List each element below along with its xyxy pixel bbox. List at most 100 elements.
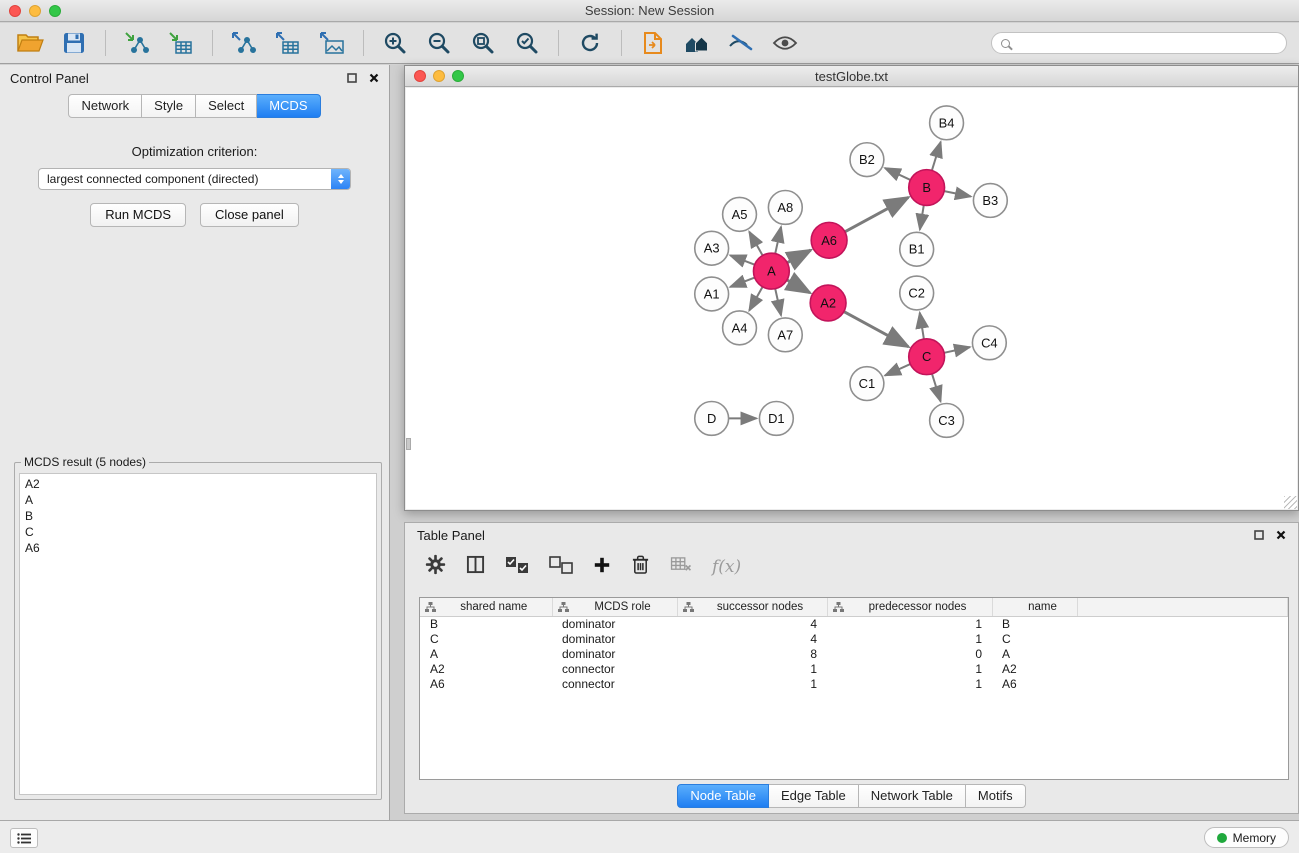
graph-node-A7[interactable]: A7 (768, 318, 802, 352)
graph-edge-A2-C[interactable] (844, 312, 908, 347)
graph-edge-C-C3[interactable] (932, 374, 941, 402)
graph-node-B2[interactable]: B2 (850, 143, 884, 177)
graph-edge-C-C2[interactable] (920, 313, 924, 339)
graph-edge-A-A4[interactable] (749, 287, 762, 311)
graph-node-D1[interactable]: D1 (759, 402, 793, 436)
mcds-result-item[interactable]: A6 (25, 540, 371, 556)
close-network-window-button[interactable] (414, 70, 426, 82)
graph-edge-C-C4[interactable] (944, 347, 970, 353)
tab-network-table[interactable]: Network Table (859, 784, 966, 808)
network-window-titlebar[interactable]: testGlobe.txt (405, 66, 1298, 87)
float-table-panel-icon[interactable] (1254, 528, 1264, 543)
search-input[interactable] (1016, 35, 1277, 51)
graph-edge-A-A6[interactable] (787, 250, 810, 263)
graph-edge-A-A5[interactable] (749, 232, 762, 256)
export-table-icon[interactable] (270, 27, 306, 59)
zoom-window-button[interactable] (49, 5, 61, 17)
tab-network[interactable]: Network (68, 94, 142, 118)
minimize-network-window-button[interactable] (433, 70, 445, 82)
zoom-fit-icon[interactable] (465, 27, 501, 59)
mcds-result-item[interactable]: A (25, 492, 371, 508)
close-table-panel-icon[interactable] (1276, 528, 1286, 543)
function-builder-icon[interactable]: f(x) (712, 557, 741, 577)
window-resize-grip[interactable] (1284, 496, 1297, 509)
graph-edge-A6-B[interactable] (845, 197, 908, 231)
zoom-out-icon[interactable] (421, 27, 457, 59)
mcds-result-item[interactable]: C (25, 524, 371, 540)
deselect-all-columns-icon[interactable] (549, 556, 573, 579)
graph-node-C1[interactable]: C1 (850, 367, 884, 401)
graph-edge-A-A1[interactable] (730, 278, 754, 287)
zoom-selected-icon[interactable] (509, 27, 545, 59)
tab-select[interactable]: Select (196, 94, 257, 118)
select-all-columns-icon[interactable] (505, 556, 529, 579)
graph-node-A4[interactable]: A4 (723, 311, 757, 345)
tab-motifs[interactable]: Motifs (966, 784, 1026, 808)
column-header-name[interactable]: name (992, 598, 1077, 616)
minimize-window-button[interactable] (29, 5, 41, 17)
show-hide-panels-eye-icon[interactable] (767, 27, 803, 59)
graph-node-B1[interactable]: B1 (900, 232, 934, 266)
graph-edge-A-A2[interactable] (787, 280, 810, 293)
close-panel-icon[interactable] (369, 71, 379, 86)
canvas-scroll-handle[interactable] (406, 438, 411, 450)
tab-node-table[interactable]: Node Table (677, 784, 769, 808)
graph-node-D[interactable]: D (695, 402, 729, 436)
optimization-criterion-select[interactable]: largest connected component (directed) (38, 168, 351, 190)
run-mcds-button[interactable]: Run MCDS (90, 203, 186, 227)
column-header-successor-nodes[interactable]: successor nodes (677, 598, 827, 616)
column-header-shared-name[interactable]: shared name (420, 598, 552, 616)
graph-node-A2[interactable]: A2 (810, 285, 846, 321)
export-network-icon[interactable] (226, 27, 262, 59)
close-window-button[interactable] (9, 5, 21, 17)
graph-node-B4[interactable]: B4 (930, 106, 964, 140)
network-overview-icon[interactable] (679, 27, 715, 59)
table-row[interactable]: A6connector11A6 (420, 677, 1288, 692)
graph-edge-B-B4[interactable] (932, 142, 941, 171)
graph-node-A1[interactable]: A1 (695, 277, 729, 311)
mcds-result-list[interactable]: A2ABCA6 (19, 473, 377, 795)
session-snapshot-icon[interactable] (635, 27, 671, 59)
table-settings-gear-icon[interactable] (425, 554, 446, 580)
graph-edge-C-C1[interactable] (885, 364, 910, 375)
table-row[interactable]: Bdominator41B (420, 616, 1288, 632)
graph-node-A8[interactable]: A8 (768, 191, 802, 225)
graph-edge-B-B1[interactable] (920, 205, 924, 229)
import-table-icon[interactable] (163, 27, 199, 59)
delete-columns-trash-icon[interactable] (631, 554, 650, 580)
import-network-icon[interactable] (119, 27, 155, 59)
graph-node-C2[interactable]: C2 (900, 276, 934, 310)
open-session-icon[interactable] (12, 27, 48, 59)
graph-node-B[interactable]: B (909, 170, 945, 206)
add-column-icon[interactable] (593, 556, 611, 579)
save-session-icon[interactable] (56, 27, 92, 59)
graph-node-C4[interactable]: C4 (972, 326, 1006, 360)
mcds-result-item[interactable]: A2 (25, 476, 371, 492)
toolbar-search[interactable] (991, 32, 1287, 54)
graph-node-A6[interactable]: A6 (811, 222, 847, 258)
refresh-view-icon[interactable] (572, 27, 608, 59)
delete-table-icon[interactable] (670, 556, 692, 578)
graph-node-C3[interactable]: C3 (930, 404, 964, 438)
graph-node-C[interactable]: C (909, 339, 945, 375)
node-table-container[interactable]: shared name MCDS role successor nodes (419, 597, 1289, 780)
close-panel-button[interactable]: Close panel (200, 203, 299, 227)
memory-button[interactable]: Memory (1204, 827, 1289, 848)
export-image-icon[interactable] (314, 27, 350, 59)
graph-node-A[interactable]: A (753, 253, 789, 289)
status-menu-button[interactable] (10, 828, 38, 848)
zoom-in-icon[interactable] (377, 27, 413, 59)
graph-edge-A-A8[interactable] (775, 227, 781, 254)
tab-style[interactable]: Style (142, 94, 196, 118)
table-row[interactable]: A2connector11A2 (420, 662, 1288, 677)
mcds-result-item[interactable]: B (25, 508, 371, 524)
graphics-details-icon[interactable] (723, 27, 759, 59)
tab-mcds[interactable]: MCDS (257, 94, 320, 118)
graph-node-A5[interactable]: A5 (723, 197, 757, 231)
graph-node-A3[interactable]: A3 (695, 231, 729, 265)
graph-edge-B-B3[interactable] (944, 191, 971, 196)
column-header-predecessor-nodes[interactable]: predecessor nodes (827, 598, 992, 616)
network-canvas[interactable]: B4B2BB3B1A5A8A6A3AA1A2A4A7C2CC4C1C3DD1 (406, 88, 1297, 509)
column-header-mcds-role[interactable]: MCDS role (552, 598, 677, 616)
graph-edge-A-A7[interactable] (775, 289, 781, 316)
